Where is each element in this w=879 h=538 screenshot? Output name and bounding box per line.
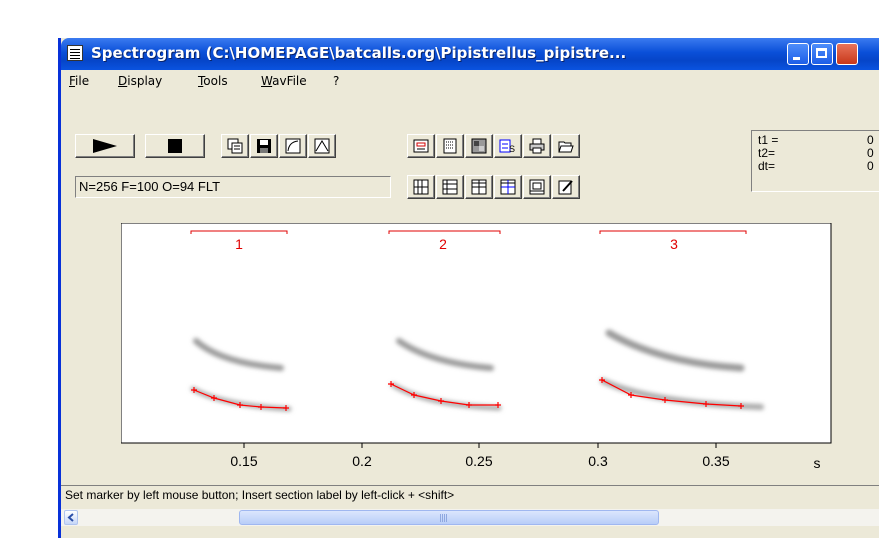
fft-info-field: N=256 F=100 O=94 FLT xyxy=(75,176,391,198)
scroll-left-button[interactable] xyxy=(64,510,78,525)
spectrogram-window: Spectrogram (C:\HOMEPAGE\batcalls.org\Pi… xyxy=(58,38,879,538)
play-button[interactable] xyxy=(75,134,135,158)
section-label-1: 1 xyxy=(235,236,243,252)
stop-button[interactable] xyxy=(145,134,205,158)
menu-wavfile[interactable]: WavFile xyxy=(261,74,307,88)
x-tick-label-0.35: 0.35 xyxy=(702,453,729,469)
close-button[interactable] xyxy=(836,43,858,65)
frame-cursor-icon xyxy=(529,179,545,195)
section-label-3: 3 xyxy=(670,236,678,252)
x-axis: 0.15 0.2 0.25 0.3 0.35 s xyxy=(230,443,821,471)
dt-value: 0 xyxy=(867,159,874,173)
tool-cursor-1-button[interactable] xyxy=(407,175,435,199)
x-tick-label-0.2: 0.2 xyxy=(352,453,372,469)
menu-file[interactable]: File xyxy=(69,74,89,88)
menu-tools[interactable]: Tools xyxy=(198,74,228,88)
chevron-left-icon xyxy=(67,513,74,522)
window-title: Spectrogram (C:\HOMEPAGE\batcalls.org\Pi… xyxy=(91,44,627,62)
marker-window-button[interactable] xyxy=(407,134,435,158)
x-tick-label-0.25: 0.25 xyxy=(465,453,492,469)
spectrogram-app-icon[interactable] xyxy=(67,45,83,61)
grayscale-button[interactable] xyxy=(465,134,493,158)
title-bar[interactable]: Spectrogram (C:\HOMEPAGE\batcalls.org\Pi… xyxy=(61,38,879,70)
printer-icon xyxy=(529,138,545,154)
horizontal-scrollbar[interactable] xyxy=(61,509,879,526)
menu-help[interactable]: ? xyxy=(333,74,339,88)
menu-bar: File Display Tools WavFile ? xyxy=(61,71,879,92)
x-tick-label-0.15: 0.15 xyxy=(230,453,257,469)
minimize-button[interactable] xyxy=(787,43,809,65)
spectrum-button[interactable] xyxy=(308,134,336,158)
cross-cursor-icon xyxy=(471,179,487,195)
x-tick-label-0.3: 0.3 xyxy=(588,453,608,469)
grid-cursor-icon xyxy=(413,179,429,195)
svg-text:S: S xyxy=(509,144,515,154)
grip-icon xyxy=(440,514,448,522)
hline-cursor-icon xyxy=(442,179,458,195)
window-red-icon xyxy=(413,139,429,153)
envelope-curve-button[interactable] xyxy=(279,134,307,158)
list-button[interactable] xyxy=(436,134,464,158)
sonogram-settings-button[interactable]: S xyxy=(494,134,522,158)
copy-window-icon xyxy=(227,138,243,154)
open-folder-icon xyxy=(558,141,574,153)
time-readout-panel: t1 = 0 t2= 0 dt= 0 xyxy=(751,130,879,192)
plot-frame xyxy=(121,223,832,444)
x-unit-label: s xyxy=(814,455,821,471)
tool-cursor-5-button[interactable] xyxy=(523,175,551,199)
floppy-disk-icon xyxy=(257,139,271,153)
grayscale-icon xyxy=(471,138,487,154)
spectrogram-plot[interactable]: 10 8 6 4 2 0 0.15 0.2 0.25 0.3 0.35 s xyxy=(121,223,841,493)
tool-cursor-3-button[interactable] xyxy=(465,175,493,199)
edit-label-button[interactable] xyxy=(552,175,580,199)
print-button[interactable] xyxy=(523,134,551,158)
menu-display[interactable]: Display xyxy=(118,74,162,88)
maximize-button[interactable] xyxy=(811,43,833,65)
curve-icon xyxy=(285,138,301,154)
play-icon xyxy=(93,139,117,153)
copy-window-button[interactable] xyxy=(221,134,249,158)
fs-icon: S xyxy=(499,139,515,154)
stop-icon xyxy=(168,139,182,153)
dt-label: dt= xyxy=(758,159,776,173)
list-icon xyxy=(443,138,457,154)
tool-cursor-2-button[interactable] xyxy=(436,175,464,199)
tool-cursor-4-button[interactable] xyxy=(494,175,522,199)
open-button[interactable] xyxy=(552,134,580,158)
scroll-thumb[interactable] xyxy=(239,510,659,525)
section-label-2: 2 xyxy=(439,236,447,252)
edit-pencil-icon xyxy=(558,180,573,195)
peak-icon xyxy=(314,138,330,154)
blue-cross-cursor-icon xyxy=(500,179,516,195)
status-bar: Set marker by left mouse button; Insert … xyxy=(61,485,879,503)
save-button[interactable] xyxy=(250,134,278,158)
